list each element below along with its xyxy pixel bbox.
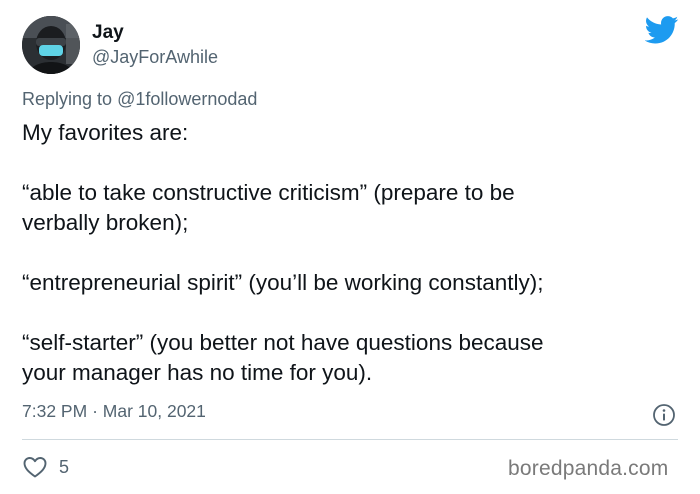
replying-to-line: Replying to @1followernodad xyxy=(22,88,257,110)
tweet-date: Mar 10, 2021 xyxy=(102,401,206,421)
tweet-line: “able to take constructive criticism” (p… xyxy=(22,180,515,205)
divider xyxy=(22,439,678,440)
watermark: boredpanda.com xyxy=(508,457,669,480)
tweet-paragraph: “able to take constructive criticism” (p… xyxy=(22,178,682,238)
tweet-line: your manager has no time for you). xyxy=(22,360,373,385)
author-handle[interactable]: @JayForAwhile xyxy=(92,46,218,68)
replying-to-prefix: Replying to xyxy=(22,89,113,109)
author-display-name[interactable]: Jay xyxy=(92,22,124,44)
reply-mention-link[interactable]: @1followernodad xyxy=(117,89,257,109)
avatar-image xyxy=(22,16,80,74)
twitter-bird-icon[interactable] xyxy=(645,16,679,44)
meta-separator: · xyxy=(92,401,98,421)
tweet-paragraph: “self-starter” (you better not have ques… xyxy=(22,328,682,388)
tweet-line: “self-starter” (you better not have ques… xyxy=(22,330,544,355)
like-count[interactable]: 5 xyxy=(59,456,69,478)
heart-icon[interactable] xyxy=(22,455,48,479)
tweet-line: verbally broken); xyxy=(22,210,189,235)
tweet-time: 7:32 PM xyxy=(22,401,88,421)
info-icon[interactable] xyxy=(652,403,676,427)
tweet-text: My favorites are: “able to take construc… xyxy=(22,118,682,388)
tweet-paragraph: “entrepreneurial spirit” (you’ll be work… xyxy=(22,268,682,298)
tweet-card: Jay @JayForAwhile Replying to @1follower… xyxy=(0,0,700,494)
tweet-line: “entrepreneurial spirit” (you’ll be work… xyxy=(22,270,544,295)
tweet-timestamp[interactable]: 7:32 PM · Mar 10, 2021 xyxy=(22,400,206,422)
tweet-line: My favorites are: xyxy=(22,120,189,145)
tweet-paragraph: My favorites are: xyxy=(22,118,682,148)
avatar[interactable] xyxy=(22,16,80,74)
